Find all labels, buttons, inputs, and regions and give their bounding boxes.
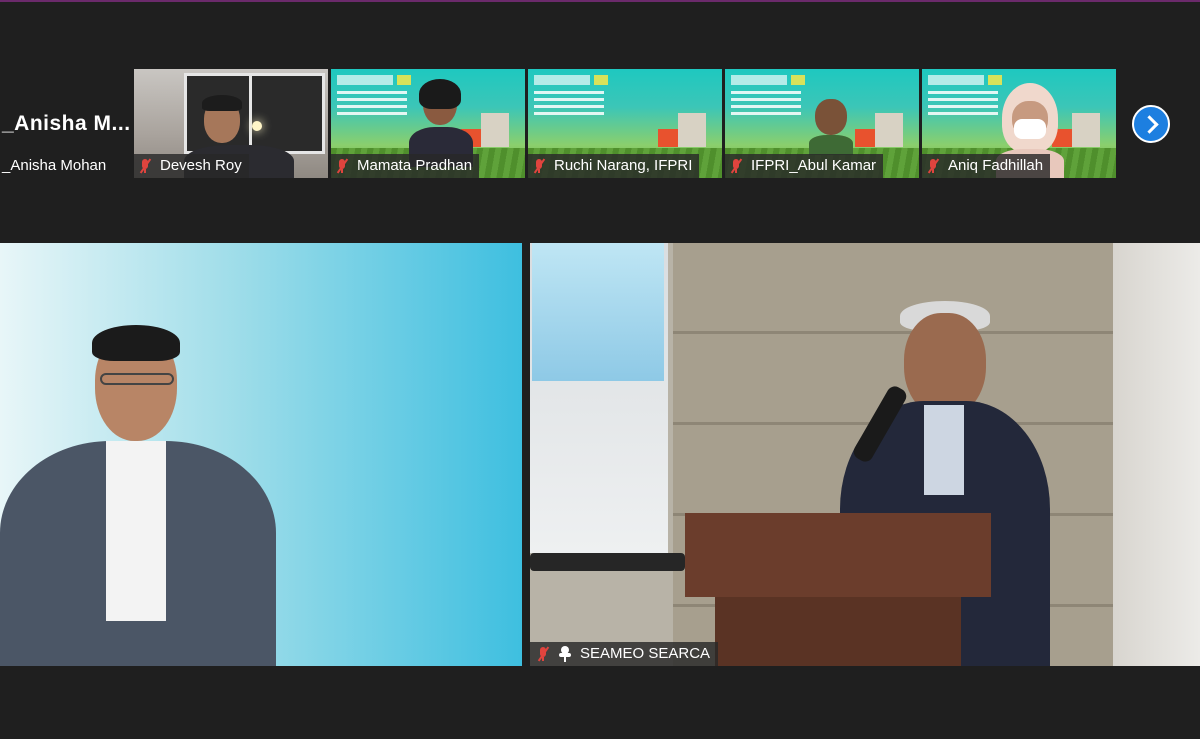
participant-name: IFPRI_Abul Kamar (751, 157, 877, 174)
main-video-left[interactable] (0, 243, 522, 666)
participant-name: _Anisha Mohan (2, 157, 107, 174)
participant-tile-aniq-fadhillah[interactable]: Aniq Fadhillah (922, 69, 1116, 178)
filmstrip-next-button[interactable] (1132, 105, 1170, 143)
participant-name: Mamata Pradhan (357, 157, 473, 174)
speaker-name: SEAMEO SEARCA (580, 645, 711, 662)
spotlight-pin-icon (558, 646, 572, 662)
mic-muted-icon (729, 158, 743, 174)
window-top-border (0, 0, 1200, 2)
participant-tile-mamata-pradhan[interactable]: Mamata Pradhan (331, 69, 525, 178)
mic-muted-icon (335, 158, 349, 174)
room-curtain (1113, 243, 1200, 666)
participant-tile-anisha-mohan[interactable]: _Anisha M... _Anisha Mohan (0, 69, 132, 178)
participant-nameplate: Mamata Pradhan (331, 154, 480, 178)
participant-initial-name: _Anisha M... (2, 112, 131, 135)
mic-muted-icon (138, 158, 152, 174)
participant-nameplate: IFPRI_Abul Kamar (725, 154, 884, 178)
projector-bar (530, 553, 685, 571)
participant-nameplate: _Anisha Mohan (0, 154, 113, 178)
room-light (252, 121, 262, 131)
mic-muted-icon (532, 158, 546, 174)
mic-muted-icon (926, 158, 940, 174)
participant-name: Devesh Roy (160, 157, 242, 174)
mic-muted-icon (536, 646, 550, 662)
participant-nameplate: Ruchi Narang, IFPRI (528, 154, 700, 178)
participant-name: Aniq Fadhillah (948, 157, 1044, 174)
chevron-right-icon (1139, 114, 1159, 134)
podium-base (715, 597, 961, 666)
participant-nameplate: Devesh Roy (134, 154, 249, 178)
participant-nameplate: Aniq Fadhillah (922, 154, 1051, 178)
participant-tile-abul-kamar[interactable]: IFPRI_Abul Kamar (725, 69, 919, 178)
participant-tile-ruchi-narang[interactable]: Ruchi Narang, IFPRI (528, 69, 722, 178)
podium (685, 513, 991, 597)
participant-tile-devesh-roy[interactable]: Devesh Roy (134, 69, 328, 178)
main-video-speaker[interactable] (530, 243, 1200, 666)
participant-name: Ruchi Narang, IFPRI (554, 157, 693, 174)
speaker-nameplate: SEAMEO SEARCA (530, 642, 719, 666)
projector-screen (530, 243, 668, 553)
